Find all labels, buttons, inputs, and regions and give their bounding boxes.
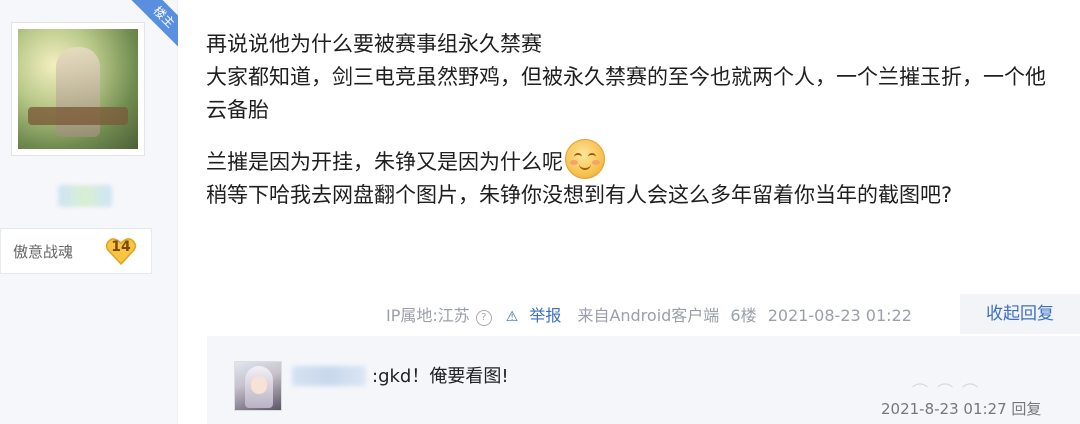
level-badge-icon: 14: [105, 236, 137, 266]
reply-timestamp: 2021-8-23 01:27: [881, 400, 1007, 418]
report-label: 举报: [529, 306, 562, 325]
post-source[interactable]: 来自Android客户端: [577, 306, 719, 325]
reply-username-blurred[interactable]: [292, 366, 366, 386]
post-timestamp: 2021-08-23 01:22: [767, 306, 912, 325]
reply-avatar[interactable]: [234, 361, 282, 411]
warning-icon: ⚠: [505, 309, 519, 325]
floor-number: 6楼: [730, 306, 757, 325]
report-button[interactable]: ⚠ 举报: [506, 306, 568, 325]
post-line: 大家都知道，剑三电竞虽然野鸡，但被永久禁赛的至今也就两个人，一个兰摧玉折，一个他: [206, 65, 1046, 89]
post-line: 兰摧是因为开挂，朱铮又是因为什么呢: [206, 150, 563, 174]
post-line: 云备胎: [206, 98, 269, 122]
help-icon[interactable]: ?: [475, 310, 492, 326]
author-sidebar: 楼主 傲意战魂 14: [0, 0, 178, 424]
avatar-face: [251, 376, 267, 394]
collapse-replies-button[interactable]: 收起回复: [960, 294, 1080, 334]
ip-location: IP属地:江苏: [386, 306, 470, 325]
post-line: 稍等下哈我去网盘翻个图片，朱铮你没想到有人会这么多年留着你当年的截图吧?: [206, 183, 953, 207]
avatar-table: [28, 107, 128, 125]
level-number: 14: [111, 239, 131, 255]
post-line-with-emoji: 兰摧是因为开挂，朱铮又是因为什么呢: [206, 139, 1066, 179]
reply-text: :gkd！俺要看图!: [372, 366, 509, 387]
author-name-blurred[interactable]: [58, 185, 112, 207]
owner-ribbon: 楼主: [108, 0, 178, 70]
level-title: 傲意战魂: [13, 243, 74, 261]
post-content: 再说说他为什么要被赛事组永久禁赛 大家都知道，剑三电竞虽然野鸡，但被永久禁赛的至…: [206, 28, 1066, 212]
post-line: 再说说他为什么要被赛事组永久禁赛: [206, 32, 542, 56]
reply-meta: 2021-8-23 01:27 回复: [881, 398, 1041, 419]
owner-badge: 楼主: [120, 0, 178, 61]
reply-button[interactable]: 回复: [1011, 400, 1041, 418]
post-meta: IP属地:江苏? ⚠ 举报 来自Android客户端 6楼 2021-08-23 0…: [386, 302, 918, 326]
smiling-face-emoji-icon: [565, 139, 605, 179]
author-level-box[interactable]: 傲意战魂 14: [0, 228, 152, 274]
